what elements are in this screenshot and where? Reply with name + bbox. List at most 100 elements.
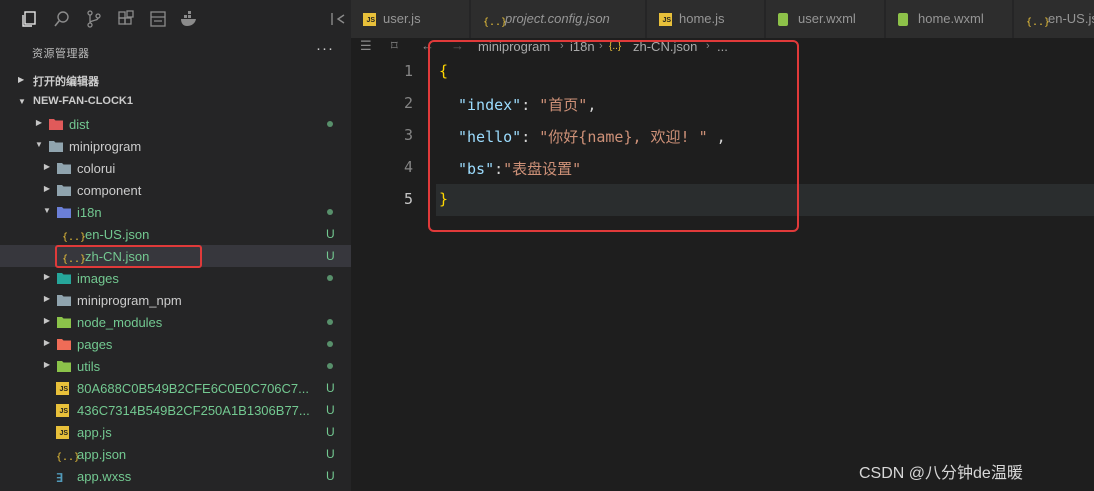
modified-dot-icon (327, 209, 333, 215)
tree-item[interactable]: ▶ miniprogram_npm (0, 289, 351, 311)
tree-item[interactable]: JS 436C7314B549B2CF250A1B1306B77... U (0, 399, 351, 421)
modified-dot-icon (327, 363, 333, 369)
more-actions-button[interactable]: ··· (316, 40, 334, 57)
tab-label: user.wxml (798, 11, 856, 26)
list-icon[interactable]: ☰ (360, 38, 372, 54)
git-status-badge: U (326, 447, 335, 461)
file-tree: ▶ dist ▼ miniprogram ▶ colorui ▶ component ▼ i18n… (0, 113, 351, 487)
json-file-icon: {..} (1026, 17, 1051, 28)
chevron-right-icon[interactable]: ▶ (42, 316, 52, 325)
tree-item[interactable]: ▶ component (0, 179, 351, 201)
js-file-icon: JS (56, 403, 72, 417)
chevron-right-icon[interactable]: ▶ (34, 118, 44, 127)
tree-item[interactable]: {..} app.json U (0, 443, 351, 465)
tree-item[interactable]: ▶ images (0, 267, 351, 289)
editor-tab[interactable]: {..} project.config.json (471, 0, 646, 38)
tab-label: home.wxml (918, 11, 984, 26)
activity-bar (0, 0, 351, 38)
git-status-badge: U (326, 469, 335, 483)
tree-item-label: dist (69, 117, 90, 132)
chevron-right-icon[interactable]: ▶ (42, 360, 52, 369)
pages-folder-icon (56, 337, 72, 351)
open-editors-section[interactable]: ▶ 打开的编辑器 (0, 69, 351, 91)
tree-item[interactable]: ▶ pages (0, 333, 351, 355)
chevron-right-icon[interactable]: ▶ (42, 294, 52, 303)
tree-item-label: miniprogram (69, 139, 142, 154)
folder-icon (56, 293, 72, 307)
tree-item-label: 80A688C0B549B2CFE6C0E0C706C7... (77, 381, 309, 396)
tree-item-label: app.wxss (77, 469, 132, 484)
git-status-badge: U (326, 381, 335, 395)
chevron-right-icon[interactable]: ▶ (42, 338, 52, 347)
editor-tab[interactable]: user.wxml (766, 0, 885, 38)
git-status-badge: U (326, 227, 335, 241)
json-file-icon: {..} (56, 452, 81, 463)
modified-dot-icon (327, 121, 333, 127)
tree-item[interactable]: JS app.js U (0, 421, 351, 443)
tree-item-label: app.js (77, 425, 112, 440)
chevron-right-icon[interactable]: ▶ (42, 184, 52, 193)
tree-item[interactable]: ▼ i18n (0, 201, 351, 223)
line-number: 3 (403, 126, 413, 144)
tree-item[interactable]: ▶ colorui (0, 157, 351, 179)
code-highlight-box (428, 40, 799, 232)
editor-tab[interactable]: home.wxml (886, 0, 1013, 38)
source-control-icon[interactable] (83, 8, 105, 30)
tree-item[interactable]: ▶ utils (0, 355, 351, 377)
line-number: 2 (403, 94, 413, 112)
chevron-down-icon[interactable]: ▼ (42, 206, 52, 215)
chevron-down-icon: ▼ (18, 97, 26, 106)
dist-folder-icon (48, 117, 64, 131)
tree-item-label: pages (77, 337, 113, 352)
tree-item[interactable]: JS 80A688C0B549B2CFE6C0E0C706C7... U (0, 377, 351, 399)
images-folder-icon (56, 271, 72, 285)
json-file-icon: {..} (483, 17, 508, 28)
tab-label: project.config.json (505, 11, 610, 26)
git-status-badge: U (326, 425, 335, 439)
tree-item[interactable]: ▶ dist (0, 113, 351, 135)
code-editor[interactable]: 1 2 3 4 5 { "index": "首页", "hello": "你好{… (351, 40, 1094, 491)
js-file-icon: JS (56, 381, 72, 395)
editor-tab[interactable]: JS user.js (351, 0, 470, 38)
docker-icon[interactable] (178, 8, 200, 30)
toggle-panel-icon[interactable] (327, 8, 349, 30)
project-section[interactable]: ▼ NEW-FAN-CLOCK1 (0, 91, 351, 113)
chevron-right-icon: ▶ (18, 75, 25, 84)
line-number: 1 (403, 62, 413, 80)
chevron-right-icon[interactable]: ▶ (42, 162, 52, 171)
css-file-icon: ∃ (56, 471, 64, 485)
tab-label: home.js (679, 11, 725, 26)
i18n-folder-icon (56, 205, 72, 219)
tree-item[interactable]: ▶ node_modules (0, 311, 351, 333)
tree-item-label: colorui (77, 161, 116, 176)
chevron-right-icon[interactable]: ▶ (42, 272, 52, 281)
project-label: NEW-FAN-CLOCK1 (33, 95, 133, 107)
folder-icon (56, 161, 72, 175)
remote-window-icon[interactable] (147, 8, 169, 30)
editor-tab[interactable]: JS home.js (647, 0, 765, 38)
explorer-header: 资源管理器 ··· (0, 40, 351, 64)
folder-icon (48, 139, 64, 153)
line-number: 5 (403, 190, 413, 208)
tree-item[interactable]: ∃ app.wxss U (0, 465, 351, 487)
chevron-down-icon[interactable]: ▼ (34, 140, 44, 149)
explorer-icon[interactable] (18, 8, 40, 30)
node-modules-folder-icon (56, 315, 72, 329)
editor-tabs: JS user.js {..} project.config.json JS home.j… (351, 0, 1094, 38)
tree-item-label: en-US.json (85, 227, 150, 242)
json-file-icon: {..} (62, 232, 87, 243)
extensions-icon[interactable] (115, 8, 137, 30)
tree-item-label: miniprogram_npm (77, 293, 182, 308)
bookmark-icon[interactable]: ⌑ (391, 38, 398, 54)
tab-label: en-US.js (1048, 11, 1094, 26)
tree-item-label: component (77, 183, 142, 198)
tree-item-label: i18n (77, 205, 102, 220)
tree-item[interactable]: {..} en-US.json U (0, 223, 351, 245)
tree-item-label: app.json (77, 447, 127, 462)
search-icon[interactable] (51, 8, 73, 30)
file-highlight-box (55, 245, 202, 268)
tree-item[interactable]: ▼ miniprogram (0, 135, 351, 157)
tree-item-label: node_modules (77, 315, 163, 330)
editor-tab[interactable]: {..} en-US.js (1014, 0, 1094, 38)
modified-dot-icon (327, 319, 333, 325)
